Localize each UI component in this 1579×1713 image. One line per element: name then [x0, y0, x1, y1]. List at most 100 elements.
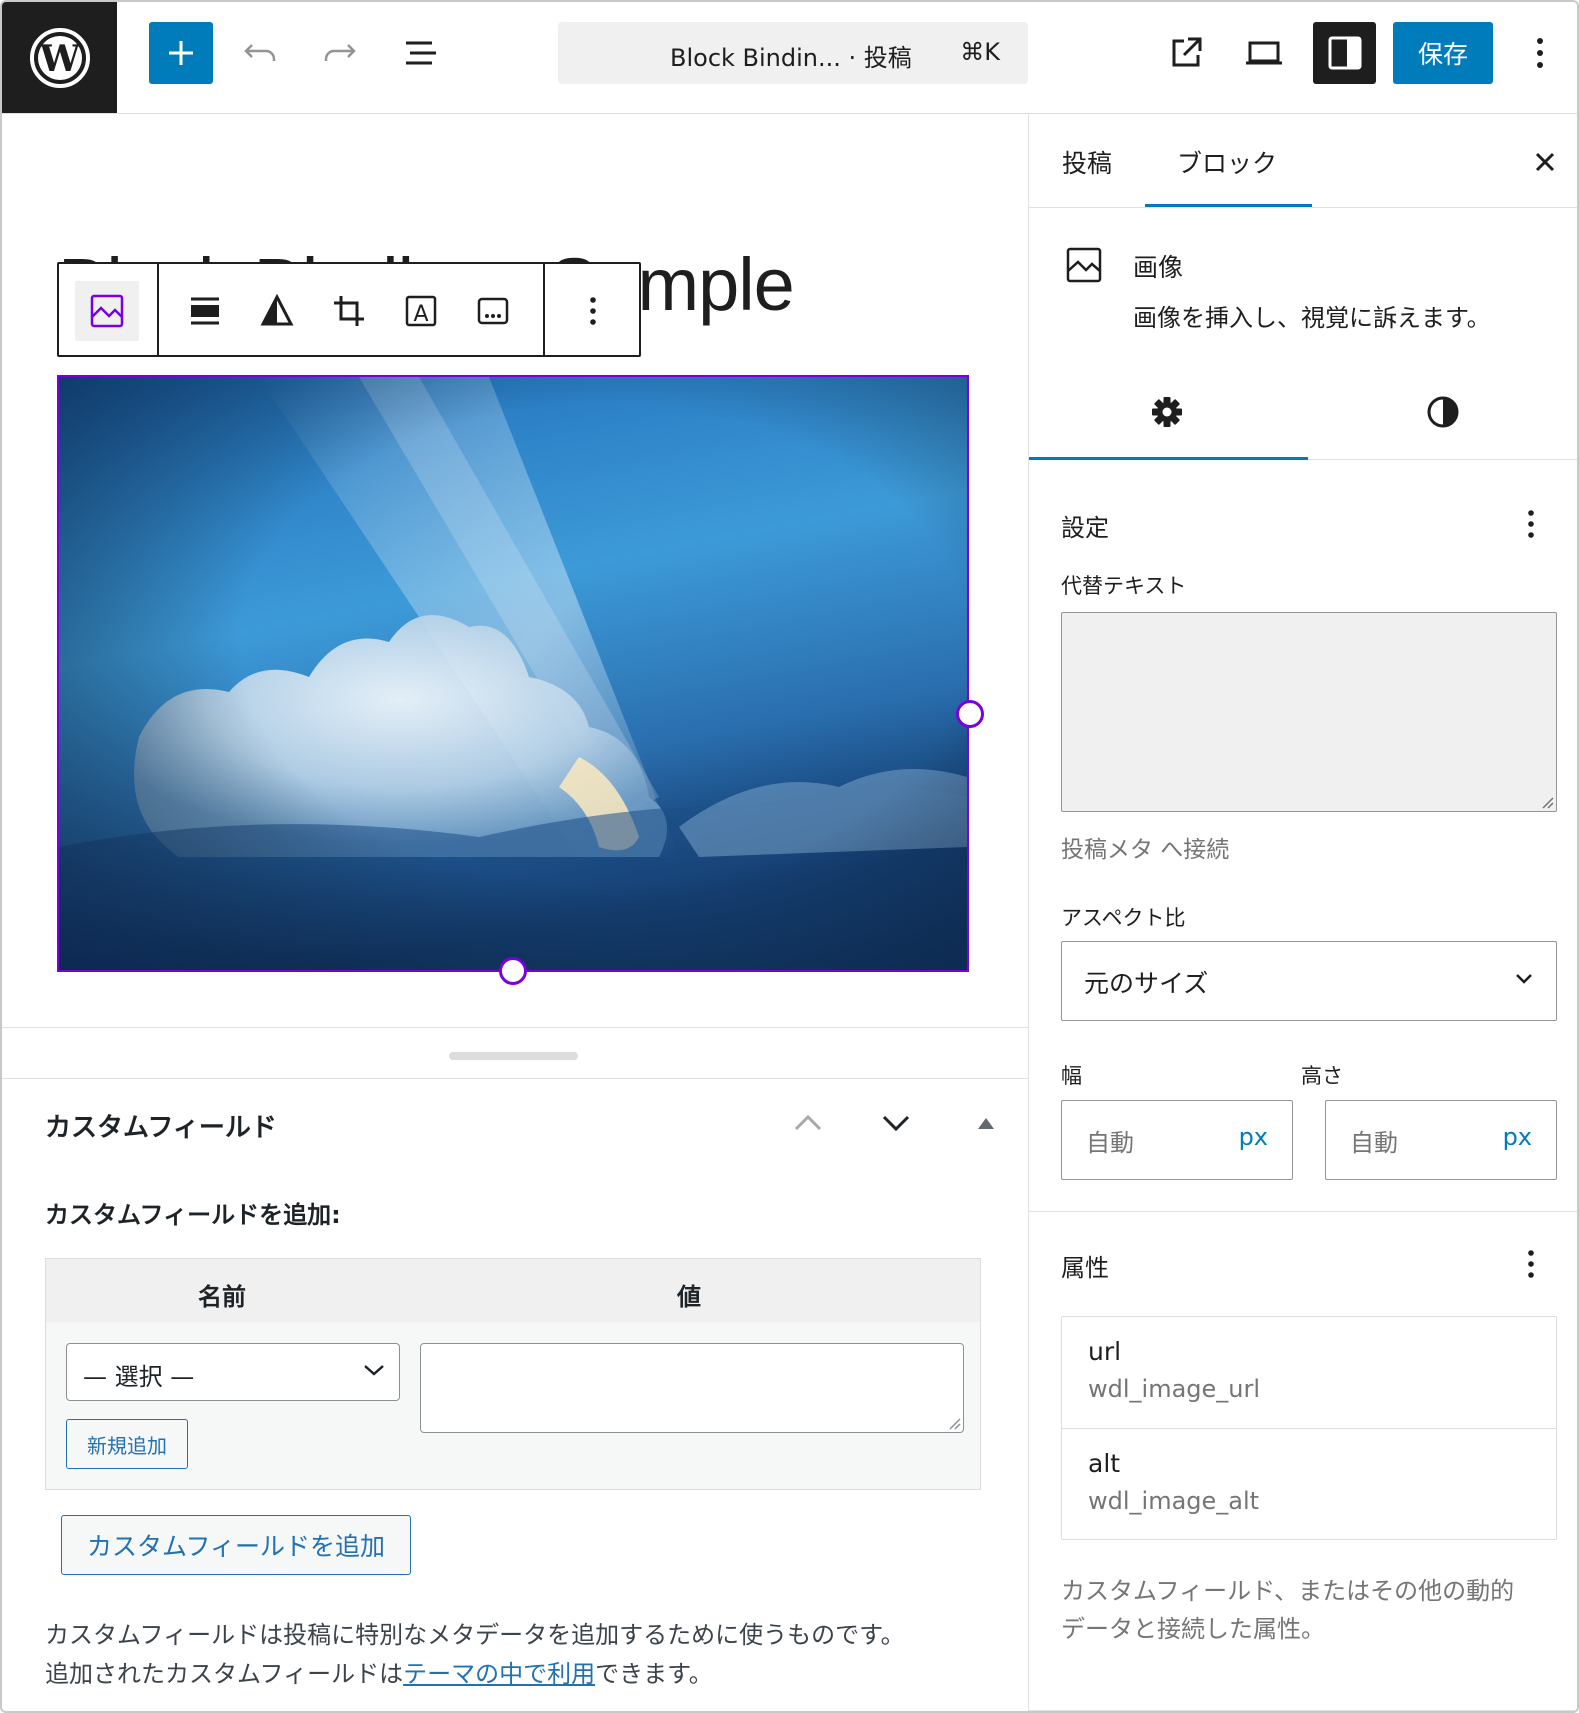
block-card-title: 画像 [1133, 253, 1184, 282]
panel-divider [1029, 1211, 1577, 1212]
image-block[interactable] [57, 375, 969, 972]
keyboard-shortcut: ⌘K [960, 38, 1000, 66]
custom-fields-description: カスタムフィールドは投稿に特別なメタデータを追加するために使うものです。 追加さ… [45, 1616, 905, 1694]
move-down-button[interactable] [876, 1103, 916, 1143]
height-input[interactable]: 自動 px [1325, 1100, 1557, 1180]
tab-block[interactable]: ブロック [1177, 144, 1277, 180]
attribute-name: alt [1088, 1449, 1121, 1478]
theme-usage-link[interactable]: テーマの中で利用 [403, 1660, 595, 1688]
height-label: 高さ [1301, 1064, 1343, 1088]
document-overview-button[interactable] [394, 27, 446, 79]
collapse-toggle-button[interactable] [966, 1103, 1006, 1143]
close-sidebar-button[interactable] [1527, 144, 1563, 180]
resize-handle-right[interactable] [956, 700, 984, 728]
tab-settings[interactable] [1029, 364, 1305, 460]
attribute-item-alt[interactable]: alt wdl_image_alt [1062, 1429, 1556, 1540]
undo-button[interactable] [234, 27, 286, 79]
vertical-ellipsis-icon [1528, 510, 1534, 538]
attributes-panel-options[interactable] [1513, 1246, 1549, 1282]
aspect-ratio-label: アスペクト比 [1061, 906, 1186, 930]
resize-handle-bottom[interactable] [499, 957, 527, 985]
resize-grip-icon [949, 1418, 961, 1430]
text-overlay-icon: A [405, 295, 437, 327]
save-button[interactable]: 保存 [1393, 22, 1493, 84]
select-value: — 選択 — [83, 1363, 195, 1391]
aspect-ratio-value: 元のサイズ [1084, 969, 1209, 998]
filter-icon [260, 294, 294, 326]
settings-sidebar: 投稿 ブロック 画像 画像を挿入し、視覚に訴えます。 設定 代替テキスト 投稿メ… [1028, 114, 1577, 1711]
custom-field-table: 名前 値 — 選択 — 新規追加 [45, 1258, 981, 1490]
table-header: 名前 値 [46, 1259, 980, 1323]
bound-attributes-list: url wdl_image_url alt wdl_image_alt [1061, 1316, 1557, 1540]
duotone-button[interactable] [245, 281, 309, 341]
height-unit-select[interactable]: px [1503, 1123, 1532, 1151]
command-palette-bar[interactable]: Block Bindin... · 投稿 ⌘K [558, 22, 1028, 84]
alt-text-label: 代替テキスト [1061, 574, 1187, 598]
align-wide-icon [191, 297, 219, 325]
meta-value-textarea[interactable] [420, 1343, 964, 1433]
enter-new-button[interactable]: 新規追加 [66, 1419, 188, 1469]
caption-button[interactable] [461, 281, 525, 341]
block-type-switcher[interactable] [75, 281, 139, 341]
options-menu-button[interactable] [1514, 27, 1566, 79]
chevron-down-icon [364, 1365, 384, 1376]
desktop-preview-icon [1246, 41, 1282, 65]
chevron-up-icon [794, 1114, 822, 1131]
document-title: Block Bindin... · 投稿 [670, 44, 912, 72]
help-line-2: データと接続した属性。 [1061, 1615, 1325, 1643]
add-custom-field-button[interactable]: カスタムフィールドを追加 [61, 1515, 411, 1575]
description-suffix: できます。 [595, 1660, 713, 1688]
column-header-value: 値 [677, 1283, 701, 1311]
document-overview-icon [406, 41, 436, 65]
block-toolbar: A [57, 262, 641, 357]
meta-resize-handle[interactable] [449, 1052, 578, 1060]
settings-sidebar-toggle[interactable] [1313, 22, 1376, 84]
crop-button[interactable] [317, 281, 381, 341]
settings-panel-options[interactable] [1513, 506, 1549, 542]
description-prefix: 追加されたカスタムフィールドは [45, 1660, 404, 1688]
tab-styles[interactable] [1305, 364, 1577, 460]
vertical-ellipsis-icon [1537, 38, 1543, 68]
editor-window: W Block Bindin... · 投稿 ⌘K 保存 Sample A カス… [0, 0, 1579, 1713]
redo-button[interactable] [314, 27, 366, 79]
width-unit-select[interactable]: px [1239, 1123, 1268, 1151]
align-button[interactable] [173, 281, 237, 341]
column-header-name: 名前 [198, 1283, 246, 1311]
help-line-1: カスタムフィールド、またはその他の動的 [1061, 1577, 1515, 1605]
preview-button[interactable] [1238, 27, 1290, 79]
chevron-down-icon [882, 1115, 910, 1132]
attribute-source-field: wdl_image_alt [1088, 1487, 1260, 1515]
attribute-item-url[interactable]: url wdl_image_url [1062, 1317, 1556, 1429]
meta-boxes-area: カスタムフィールド カスタムフィールドを追加: 名前 値 — 選択 — 新規追加… [2, 1027, 1028, 1711]
external-link-icon [1172, 37, 1202, 67]
panel-divider [1029, 1710, 1577, 1711]
block-options-button[interactable] [561, 281, 625, 341]
text-overlay-button[interactable]: A [389, 281, 453, 341]
svg-text:W: W [38, 38, 80, 80]
vertical-ellipsis-icon [590, 297, 596, 325]
height-placeholder: 自動 [1350, 1129, 1398, 1157]
triangle-up-icon [978, 1118, 994, 1129]
toolbar-divider [543, 264, 545, 355]
move-up-button[interactable] [788, 1103, 828, 1143]
contrast-icon [1427, 396, 1459, 428]
width-input[interactable]: 自動 px [1061, 1100, 1293, 1180]
view-post-button[interactable] [1160, 27, 1212, 79]
toolbar-divider [157, 264, 159, 355]
attributes-panel-title: 属性 [1061, 1254, 1109, 1282]
tab-post[interactable]: 投稿 [1062, 144, 1112, 180]
vertical-ellipsis-icon [1528, 1250, 1534, 1278]
aspect-ratio-select[interactable]: 元のサイズ [1061, 941, 1557, 1021]
width-placeholder: 自動 [1086, 1129, 1134, 1157]
undo-icon [244, 44, 276, 61]
alt-text-textarea[interactable] [1061, 612, 1557, 812]
attributes-help-text: カスタムフィールド、またはその他の動的 データと接続した属性。 [1061, 1572, 1514, 1648]
description-line-2: 追加されたカスタムフィールドはテーマの中で利用できます。 [45, 1655, 905, 1694]
redo-icon [324, 44, 356, 61]
meta-key-select[interactable]: — 選択 — [66, 1343, 400, 1401]
attribute-name: url [1088, 1337, 1122, 1366]
add-block-button[interactable] [149, 22, 213, 84]
editor-header: W Block Bindin... · 投稿 ⌘K 保存 [2, 2, 1577, 114]
wordpress-logo-icon[interactable]: W [2, 2, 117, 113]
settings-panel-title: 設定 [1061, 514, 1109, 542]
